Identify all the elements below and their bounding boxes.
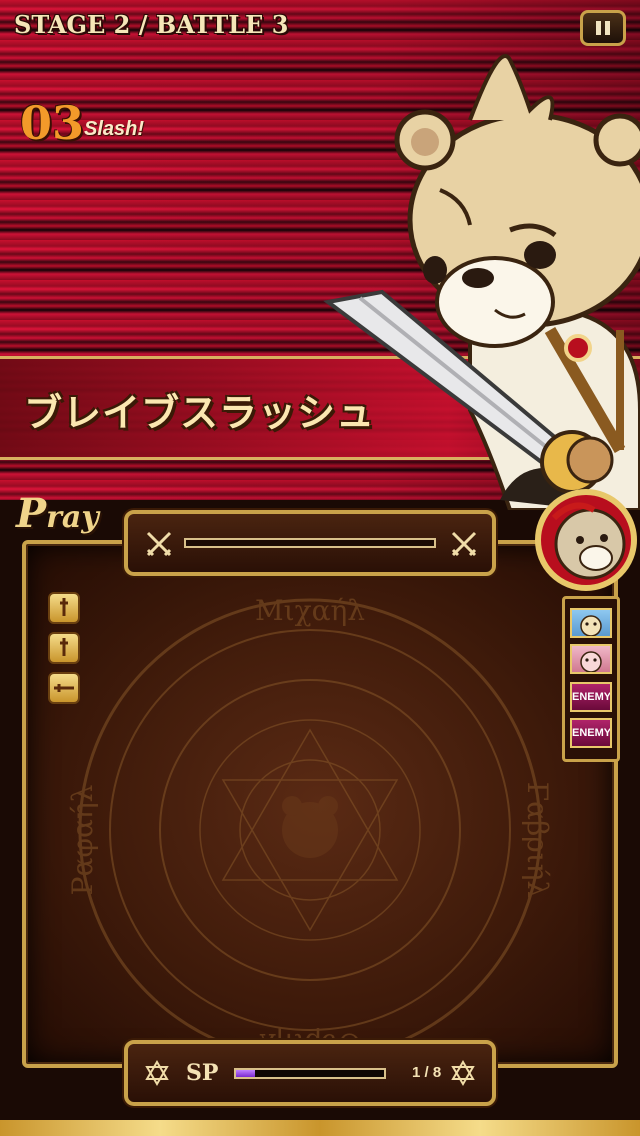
panel-title: Pray	[16, 490, 99, 537]
hexagram-icon	[145, 1060, 169, 1086]
hexagram-icon	[451, 1060, 475, 1086]
crossed-swords-icon	[146, 531, 172, 557]
panel-title-rest: ray	[46, 500, 99, 535]
combo-label: Slash!	[84, 118, 145, 140]
pause-icon-bar	[605, 21, 610, 35]
magic-circle-emblem: Μιχαήλ Ουριήλ Γαβριήλ Ραφαήλ	[66, 594, 554, 1062]
turn-slot-enemy-2: ENEMY	[570, 718, 612, 748]
sp-count: 1 / 8	[412, 1064, 442, 1081]
sp-gauge-fill	[236, 1070, 255, 1077]
pause-icon	[596, 21, 601, 35]
sword-sideways-icon[interactable]	[48, 672, 80, 704]
bottom-ornament-strip	[0, 1120, 640, 1136]
active-character-portrait[interactable]	[534, 488, 638, 592]
turn-slot-ally-2	[570, 644, 612, 674]
crossed-swords-icon	[451, 531, 477, 557]
turn-slot-enemy-1: ENEMY	[570, 682, 612, 712]
sp-label: SP	[186, 1060, 219, 1086]
sword-icon[interactable]	[48, 632, 80, 664]
panel-title-initial: P	[16, 490, 47, 537]
turn-slot-ally-1	[570, 608, 612, 638]
stage-battle-label: STAGE 2 / BATTLE 3	[14, 10, 289, 39]
bear-knight-character	[323, 54, 640, 510]
magic-word-top: Μιχαήλ	[255, 594, 365, 627]
combo-count: 03	[20, 96, 85, 150]
sp-gauge	[234, 1068, 386, 1079]
sword-icon[interactable]	[48, 592, 80, 624]
magic-word-right: Γαβριήλ	[521, 782, 554, 898]
target-line	[184, 538, 436, 548]
pause-button[interactable]	[580, 10, 626, 46]
magic-word-left: Ραφαήλ	[66, 785, 99, 896]
